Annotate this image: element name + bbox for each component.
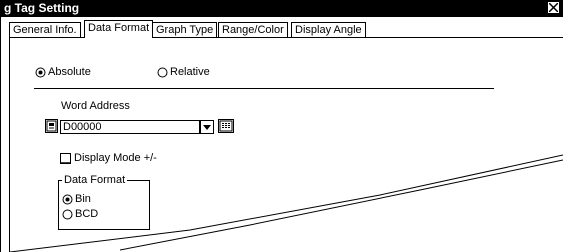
tab-data-format[interactable]: Data Format bbox=[84, 20, 154, 38]
tab-label: Data Format bbox=[88, 22, 150, 34]
